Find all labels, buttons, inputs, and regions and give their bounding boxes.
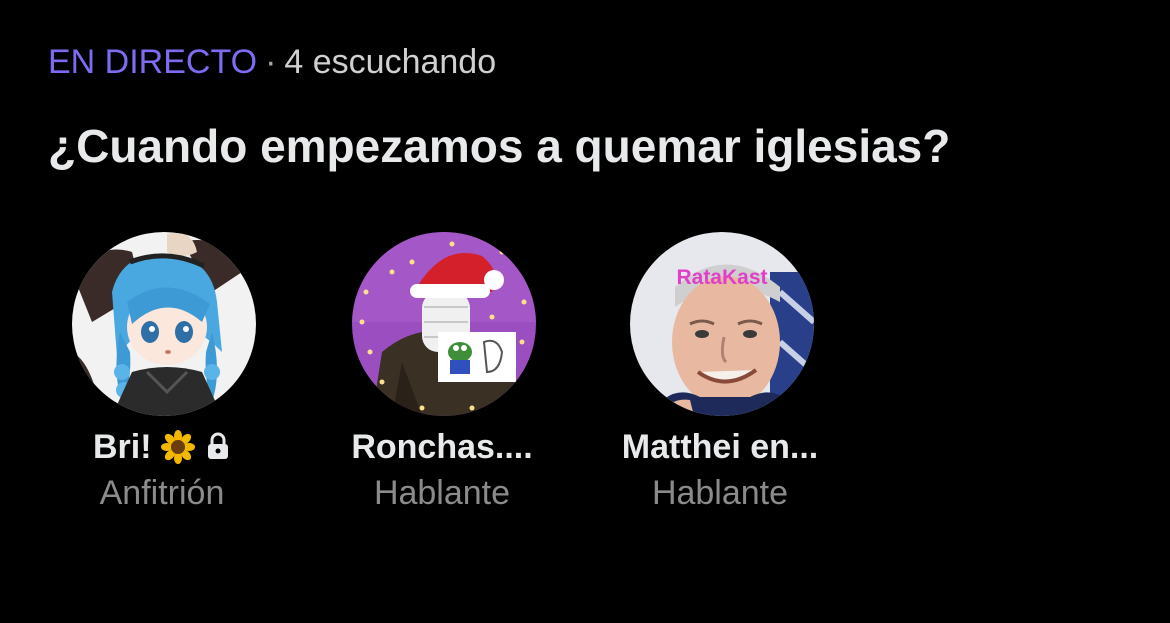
participant-speaker[interactable]: RataKast Matthei en... Hablante bbox=[600, 232, 840, 522]
space-card[interactable]: EN DIRECTO · 4 escuchando ¿Cuando empezamo… bbox=[0, 0, 1170, 623]
participant-host[interactable]: Bri! Anfitrión bbox=[42, 232, 282, 522]
separator-dot: · bbox=[265, 43, 277, 81]
participant-speaker[interactable]: Ronchas.... Hablante bbox=[322, 232, 562, 522]
participant-name: Ronchas.... bbox=[351, 428, 533, 466]
participant-name: Matthei en... bbox=[621, 428, 819, 466]
sunflower-icon bbox=[161, 428, 195, 466]
participant-name: Bri! bbox=[42, 426, 282, 468]
anime-girl-avatar[interactable] bbox=[72, 232, 256, 416]
participant-role: Anfitrión bbox=[99, 474, 225, 512]
participant-role: Hablante bbox=[373, 474, 511, 512]
participant-role: Hablante bbox=[651, 474, 789, 512]
participant-list: Bri! Anfitrión Ronchas.... Hablante Rata… bbox=[0, 232, 1170, 532]
live-label: EN DIRECTO bbox=[48, 43, 258, 81]
masked-santa-hat-avatar[interactable] bbox=[352, 232, 536, 416]
listener-count: 4 escuchando bbox=[284, 43, 497, 81]
lock-icon bbox=[205, 428, 231, 459]
space-title: ¿Cuando empezamos a quemar iglesias? bbox=[48, 120, 951, 172]
smiling-man-avatar[interactable]: RataKast bbox=[630, 232, 814, 416]
space-status-line: EN DIRECTO · 4 escuchando bbox=[48, 40, 496, 84]
ratakast-text: RataKast bbox=[676, 266, 767, 289]
